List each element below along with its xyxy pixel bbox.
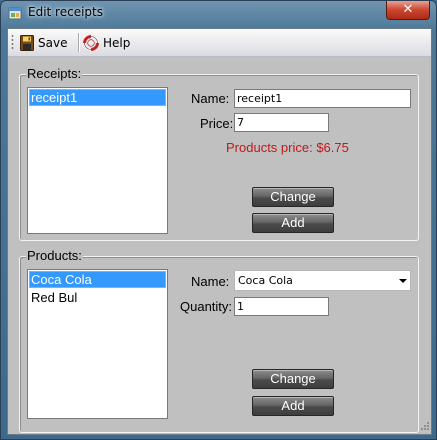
product-add-button[interactable]: Add (252, 396, 334, 416)
receipt-price-input[interactable]: 7 (234, 113, 329, 132)
receipt-price-label: Price: (200, 116, 234, 131)
receipts-group: Receipts: receipt1 Name: receipt1 Price:… (19, 66, 419, 241)
receipt-name-input[interactable]: receipt1 (234, 89, 411, 108)
title-bar[interactable]: Edit receipts ✕ (1, 1, 436, 27)
toolbar-grip[interactable] (11, 34, 14, 51)
list-item[interactable]: Coca Cola (29, 271, 166, 288)
product-name-combobox[interactable]: Coca Cola (234, 270, 411, 291)
window-title: Edit receipts (28, 5, 103, 19)
toolbar: Save Help (8, 29, 431, 57)
save-disk-icon (20, 34, 34, 51)
save-button[interactable]: Save (20, 32, 67, 53)
list-item[interactable]: receipt1 (29, 89, 166, 106)
client-area: Save Help Receipts: receipt1 Name: recei… (7, 28, 432, 435)
product-name-label: Name: (191, 274, 230, 289)
help-button[interactable]: Help (83, 32, 130, 53)
receipt-add-button[interactable]: Add (252, 213, 334, 233)
close-button[interactable]: ✕ (386, 1, 430, 20)
edit-receipts-window: Edit receipts ✕ Save Help Receipts: rece… (0, 0, 437, 440)
product-name-value: Coca Cola (238, 274, 293, 287)
receipts-listbox[interactable]: receipt1 (27, 87, 168, 234)
product-quantity-label: Quantity: (180, 299, 233, 314)
receipt-name-label: Name: (191, 91, 230, 106)
receipt-change-button[interactable]: Change (252, 187, 334, 207)
product-quantity-input[interactable]: 1 (234, 297, 329, 316)
products-group: Products: Coca Cola Red Bul Name: Coca C… (19, 248, 419, 433)
product-change-button[interactable]: Change (252, 369, 334, 389)
help-lifebuoy-icon (83, 34, 99, 51)
products-listbox[interactable]: Coca Cola Red Bul (27, 269, 168, 419)
products-price-warning: Products price: $6.75 (226, 140, 349, 155)
receipts-legend: Receipts: (26, 66, 83, 81)
toolbar-separator (78, 33, 79, 52)
chevron-down-icon[interactable] (399, 279, 407, 283)
list-item[interactable]: Red Bul (29, 289, 166, 306)
products-legend: Products: (26, 248, 83, 263)
resize-grip-icon[interactable] (418, 421, 430, 433)
save-label: Save (38, 35, 68, 50)
app-icon (8, 7, 22, 20)
close-icon: ✕ (402, 2, 414, 17)
help-label: Help (103, 35, 131, 50)
